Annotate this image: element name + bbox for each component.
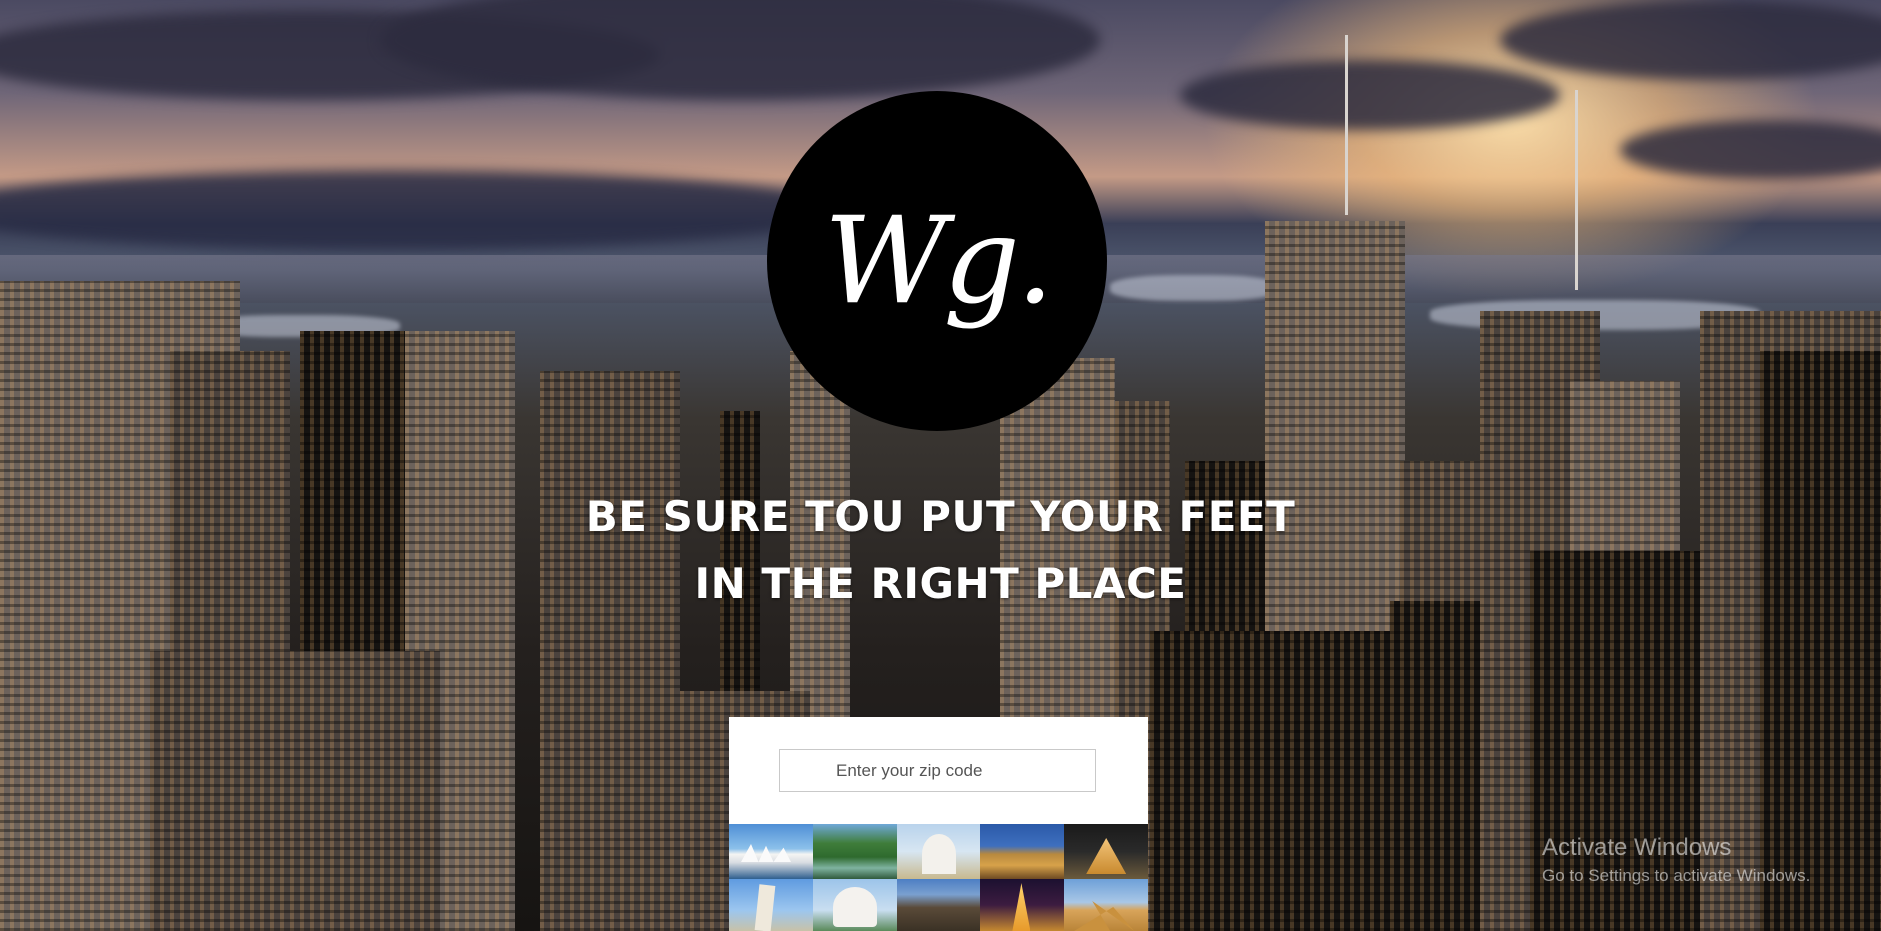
- cloud: [1180, 60, 1560, 130]
- cloud: [0, 170, 840, 250]
- activate-windows-watermark: Activate Windows Go to Settings to activ…: [1542, 834, 1810, 886]
- pyramids-icon[interactable]: [1064, 879, 1148, 931]
- leaning-tower-icon[interactable]: [729, 879, 813, 931]
- taj-mahal-icon[interactable]: [812, 879, 897, 931]
- hero-headline-line-2: IN THE RIGHT PLACE: [694, 559, 1187, 608]
- grand-canyon-icon[interactable]: [896, 879, 981, 931]
- search-card: [729, 717, 1148, 931]
- louvre-pyramid-icon[interactable]: [1064, 824, 1148, 879]
- destination-tiles: [729, 824, 1148, 931]
- eiffel-tower-icon[interactable]: [980, 879, 1065, 931]
- sacre-coeur-icon[interactable]: [896, 824, 981, 879]
- colosseum-icon[interactable]: [980, 824, 1065, 879]
- river-landscape-icon[interactable]: [812, 824, 897, 879]
- antenna: [1345, 35, 1348, 215]
- building: [1150, 631, 1410, 931]
- brand-logo[interactable]: Wg.: [767, 91, 1107, 431]
- watermark-subtitle: Go to Settings to activate Windows.: [1542, 866, 1811, 885]
- hero-headline-line-1: BE SURE TOU PUT YOUR FEET: [585, 492, 1296, 541]
- river: [1110, 275, 1280, 301]
- logo-text: Wg.: [823, 191, 1054, 331]
- watermark-title: Activate Windows: [1542, 834, 1732, 861]
- sydney-opera-house-icon[interactable]: [729, 824, 813, 879]
- building: [150, 651, 440, 931]
- zip-code-input[interactable]: [779, 749, 1096, 792]
- antenna: [1575, 90, 1578, 290]
